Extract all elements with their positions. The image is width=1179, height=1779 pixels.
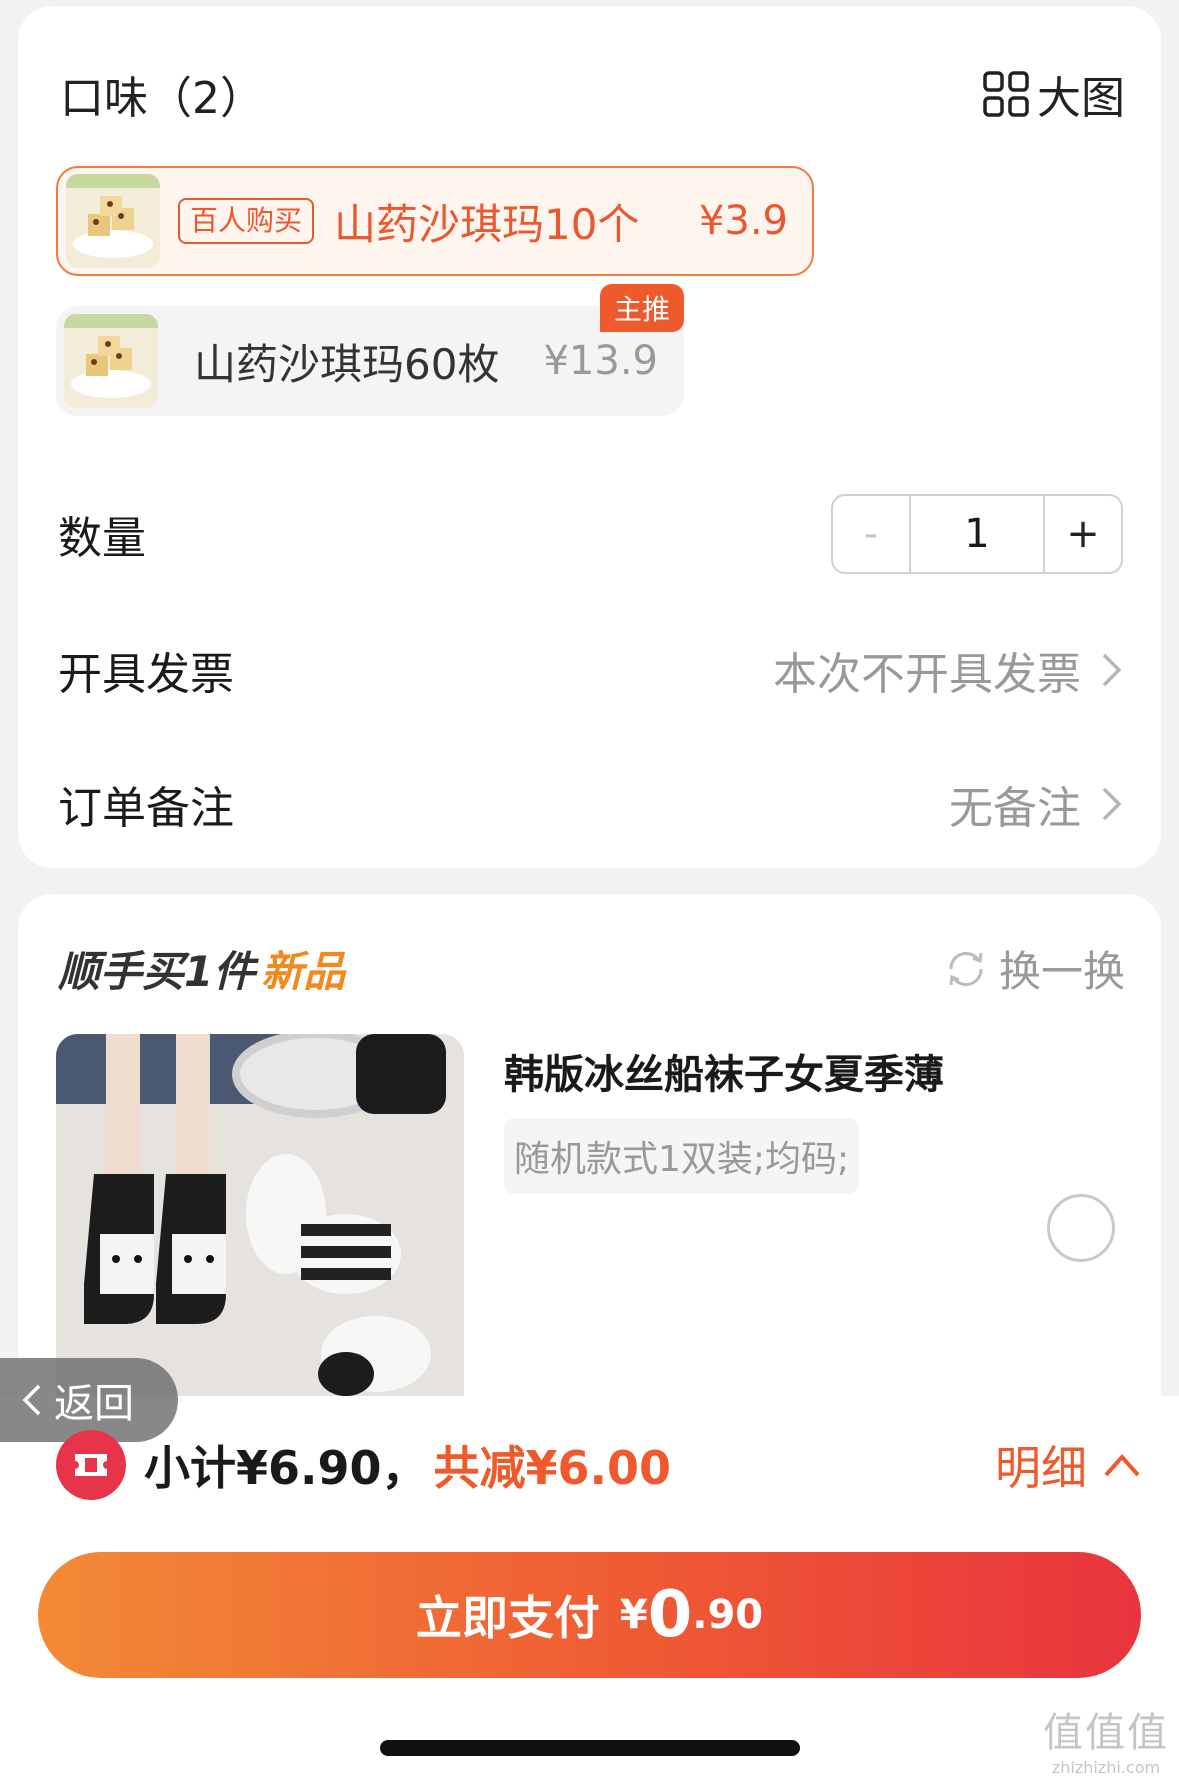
invoice-label: 开具发票 bbox=[58, 649, 234, 700]
addon-product-name: 韩版冰丝船袜子女夏季薄 bbox=[504, 1052, 944, 1098]
flavor-section-title: 口味（2） bbox=[60, 73, 264, 124]
pay-currency: ¥ bbox=[619, 1592, 648, 1638]
pay-label: 立即支付 bbox=[415, 1591, 600, 1645]
quantity-value[interactable]: 1 bbox=[911, 496, 1043, 572]
flavor-name: 山药沙琪玛60枚 bbox=[194, 339, 500, 389]
pay-now-button[interactable]: 立即支付 ¥ 0 .90 bbox=[38, 1552, 1141, 1678]
addon-product-spec[interactable]: 随机款式1双装;均码; bbox=[504, 1118, 860, 1194]
quantity-decrease-button[interactable]: - bbox=[833, 496, 911, 572]
refresh-icon bbox=[949, 951, 983, 986]
flavor-name: 山药沙琪玛10个 bbox=[334, 199, 640, 249]
addon-select-radio[interactable] bbox=[1047, 1194, 1115, 1262]
remark-value: 无备注 bbox=[949, 783, 1081, 834]
detail-label: 明细 bbox=[995, 1441, 1087, 1495]
big-view-button[interactable]: 大图 bbox=[981, 62, 1125, 126]
watermark-url: zhizhizhi.com bbox=[1051, 1758, 1161, 1777]
addon-new-tag: 新品 bbox=[261, 947, 346, 996]
quantity-label: 数量 bbox=[58, 513, 146, 564]
flavor-thumbnail bbox=[66, 174, 160, 268]
remark-label: 订单备注 bbox=[58, 783, 234, 834]
flavor-price: ¥13.9 bbox=[543, 338, 658, 384]
quantity-increase-button[interactable]: + bbox=[1043, 496, 1121, 572]
invoice-value: 本次不开具发票 bbox=[773, 649, 1081, 700]
addon-title-text: 顺手买1件 bbox=[58, 947, 256, 996]
grid-icon bbox=[983, 71, 1029, 117]
site-watermark: 值值值 zhizhizhi.com bbox=[1043, 1700, 1169, 1777]
discount-text: 共减¥6.00 bbox=[433, 1441, 672, 1495]
flavor-thumbnail bbox=[64, 314, 158, 408]
quantity-stepper: - 1 + bbox=[831, 494, 1123, 574]
price-detail-button[interactable]: 明细 bbox=[995, 1432, 1143, 1498]
big-view-label: 大图 bbox=[1037, 73, 1125, 124]
flavor-option[interactable]: 山药沙琪玛60枚 ¥13.9 bbox=[56, 306, 684, 416]
order-options-card: 口味（2） 大图 百人购买 山药沙琪玛10个 ¥3.9 山药沙琪玛60枚 ¥13… bbox=[18, 6, 1161, 868]
swap-label: 换一换 bbox=[998, 947, 1125, 996]
pay-amount-integer: 0 bbox=[647, 1578, 693, 1652]
flavor-price: ¥3.9 bbox=[698, 198, 788, 244]
swap-button[interactable]: 换一换 bbox=[943, 938, 1125, 999]
chevron-left-icon bbox=[22, 1384, 41, 1416]
invoice-row[interactable]: 本次不开具发票 bbox=[773, 638, 1125, 702]
popular-badge: 百人购买 bbox=[178, 198, 315, 244]
recommended-tag: 主推 bbox=[600, 284, 685, 332]
back-label: 返回 bbox=[54, 1381, 134, 1427]
chevron-up-icon bbox=[1104, 1453, 1140, 1477]
watermark-logo: 值值值 bbox=[1043, 1710, 1169, 1756]
chevron-right-icon bbox=[1102, 653, 1122, 687]
remark-row[interactable]: 无备注 bbox=[949, 772, 1125, 836]
chevron-right-icon bbox=[1102, 787, 1122, 821]
price-summary: 小计¥6.90， 共减¥6.00 bbox=[56, 1430, 671, 1500]
home-indicator bbox=[380, 1740, 800, 1756]
coupon-icon bbox=[56, 1430, 126, 1500]
pay-amount-decimal: .90 bbox=[692, 1592, 764, 1638]
flavor-option-selected[interactable]: 百人购买 山药沙琪玛10个 ¥3.9 bbox=[56, 166, 814, 276]
subtotal-text: 小计¥6.90， bbox=[144, 1441, 428, 1495]
addon-title: 顺手买1件 新品 bbox=[58, 938, 345, 999]
